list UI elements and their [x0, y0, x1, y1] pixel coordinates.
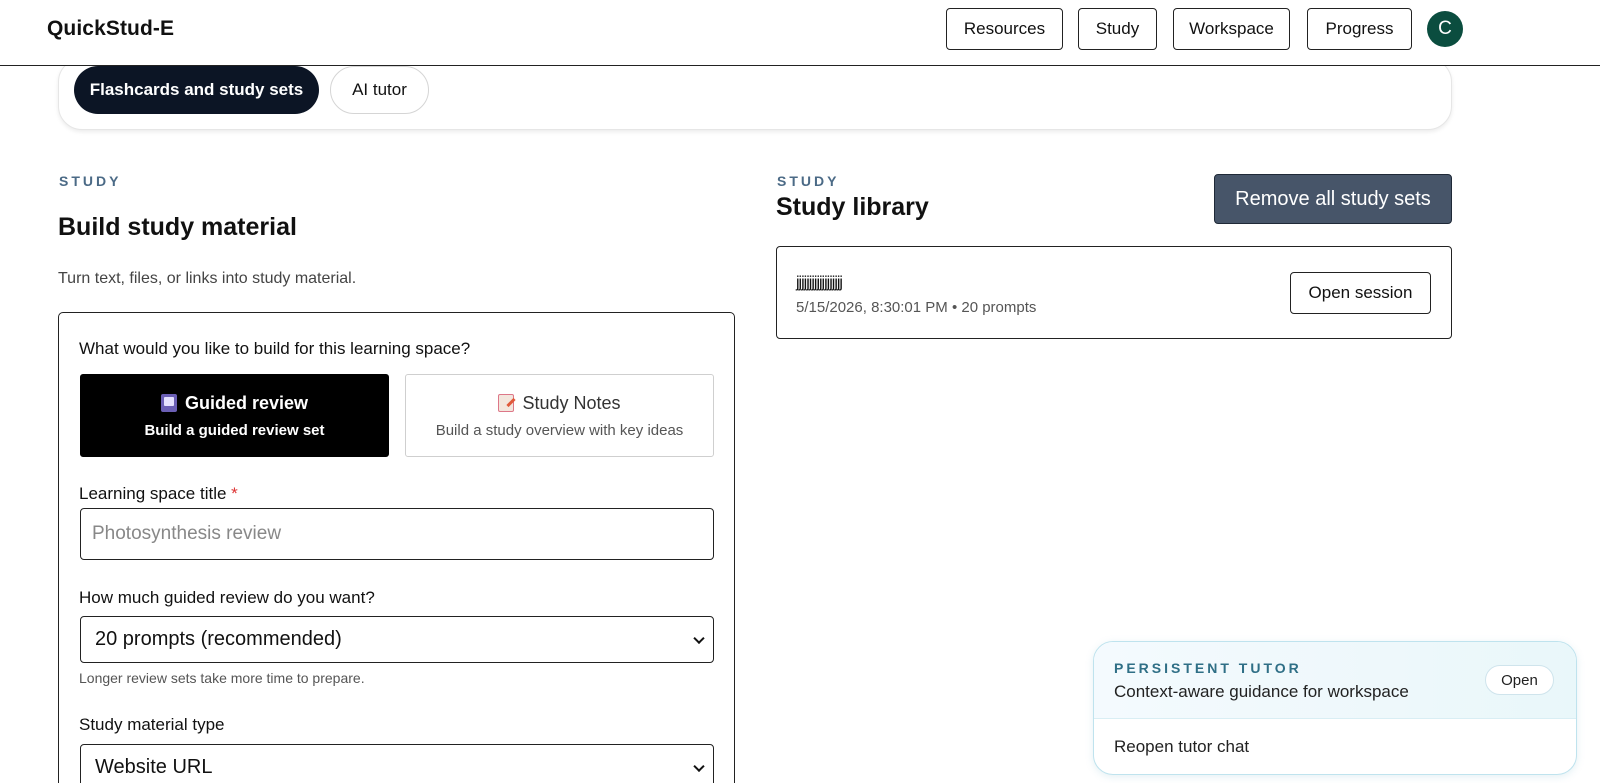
memo-icon [498, 394, 515, 412]
nav-workspace-button[interactable]: Workspace [1173, 8, 1290, 50]
study-set-meta: 5/15/2026, 8:30:01 PM • 20 prompts [796, 299, 1037, 316]
study-set-title: jjjjjjjjjjjjjjjjjj [796, 274, 843, 291]
persistent-tutor-widget: PERSISTENT TUTOR Context-aware guidance … [1093, 641, 1577, 775]
book-icon [160, 394, 177, 412]
title-field-label-text: Learning space title [79, 484, 227, 503]
tab-ai-tutor[interactable]: AI tutor [330, 66, 429, 114]
build-subtitle: Turn text, files, or links into study ma… [58, 270, 357, 287]
build-title: Build study material [58, 213, 297, 241]
amount-field-label: How much guided review do you want? [79, 588, 375, 607]
learning-space-title-input[interactable] [80, 508, 714, 560]
build-kicker: STUDY [59, 173, 122, 189]
option-study-notes[interactable]: Study Notes Build a study overview with … [405, 374, 714, 457]
nav-study-button[interactable]: Study [1078, 8, 1157, 50]
tutor-kicker: PERSISTENT TUTOR [1114, 660, 1302, 676]
option-study-notes-desc: Build a study overview with key ideas [435, 421, 684, 439]
top-navigation: QuickStud-E Resources Study Workspace Pr… [0, 0, 1600, 66]
tutor-description: Context-aware guidance for workspace [1114, 682, 1409, 701]
tab-flashcards-study-sets[interactable]: Flashcards and study sets [74, 66, 319, 114]
required-mark: * [231, 484, 238, 503]
build-question: What would you like to build for this le… [79, 339, 471, 358]
material-type-select[interactable]: Website URL [80, 744, 714, 783]
chevron-down-icon [693, 760, 705, 772]
library-kicker: STUDY [777, 173, 840, 189]
reopen-tutor-chat-link[interactable]: Reopen tutor chat [1114, 737, 1249, 757]
option-guided-review-title: Guided review [184, 392, 309, 413]
tutor-open-button[interactable]: Open [1485, 665, 1554, 695]
review-amount-select[interactable]: 20 prompts (recommended) [80, 616, 714, 663]
library-title: Study library [776, 193, 929, 221]
title-field-label: Learning space title * [79, 484, 238, 504]
remove-all-study-sets-button[interactable]: Remove all study sets [1214, 174, 1452, 224]
open-session-button[interactable]: Open session [1290, 272, 1431, 314]
tutor-header: PERSISTENT TUTOR Context-aware guidance … [1094, 642, 1576, 719]
app-brand[interactable]: QuickStud-E [47, 17, 174, 41]
review-amount-value: 20 prompts (recommended) [95, 628, 342, 650]
option-guided-review[interactable]: Guided review Build a guided review set [80, 374, 389, 457]
nav-resources-button[interactable]: Resources [946, 8, 1063, 50]
nav-progress-button[interactable]: Progress [1307, 8, 1412, 50]
option-guided-review-desc: Build a guided review set [144, 421, 325, 439]
material-type-value: Website URL [95, 756, 213, 778]
option-study-notes-title: Study Notes [522, 392, 621, 413]
review-amount-hint: Longer review sets take more time to pre… [79, 670, 365, 686]
chevron-down-icon [693, 632, 705, 644]
material-type-label: Study material type [79, 715, 225, 734]
user-avatar[interactable]: C [1427, 11, 1463, 47]
